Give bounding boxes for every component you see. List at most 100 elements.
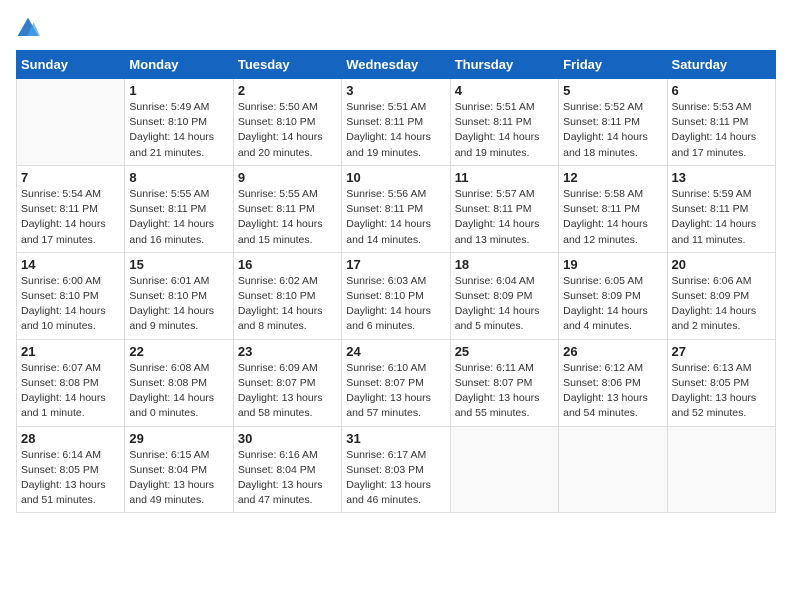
day-cell: 3 Sunrise: 5:51 AM Sunset: 8:11 PM Daylig…	[342, 79, 450, 166]
day-cell: 14 Sunrise: 6:00 AM Sunset: 8:10 PM Dayli…	[17, 252, 125, 339]
day-number: 10	[346, 170, 445, 185]
day-number: 19	[563, 257, 662, 272]
day-cell	[667, 426, 775, 513]
day-number: 15	[129, 257, 228, 272]
day-cell: 31 Sunrise: 6:17 AM Sunset: 8:03 PM Dayli…	[342, 426, 450, 513]
day-cell: 5 Sunrise: 5:52 AM Sunset: 8:11 PM Daylig…	[559, 79, 667, 166]
day-number: 5	[563, 83, 662, 98]
day-cell	[559, 426, 667, 513]
day-info: Sunrise: 6:03 AM Sunset: 8:10 PM Dayligh…	[346, 274, 445, 335]
day-number: 3	[346, 83, 445, 98]
day-headers-row: SundayMondayTuesdayWednesdayThursdayFrid…	[17, 51, 776, 79]
day-info: Sunrise: 6:00 AM Sunset: 8:10 PM Dayligh…	[21, 274, 120, 335]
day-cell: 20Sunrise: 6:06 AM Sunset: 8:09 PM Dayli…	[667, 252, 775, 339]
header	[16, 16, 776, 40]
day-number: 29	[129, 431, 228, 446]
day-cell: 9 Sunrise: 5:55 AM Sunset: 8:11 PM Daylig…	[233, 165, 341, 252]
day-info: Sunrise: 6:04 AM Sunset: 8:09 PM Dayligh…	[455, 274, 554, 335]
day-info: Sunrise: 5:57 AM Sunset: 8:11 PM Dayligh…	[455, 187, 554, 248]
day-header-friday: Friday	[559, 51, 667, 79]
day-info: Sunrise: 5:56 AM Sunset: 8:11 PM Dayligh…	[346, 187, 445, 248]
week-row-5: 28 Sunrise: 6:14 AM Sunset: 8:05 PM Dayli…	[17, 426, 776, 513]
logo-icon	[16, 16, 40, 40]
day-header-saturday: Saturday	[667, 51, 775, 79]
day-number: 25	[455, 344, 554, 359]
day-number: 16	[238, 257, 337, 272]
day-number: 24	[346, 344, 445, 359]
day-number: 27	[672, 344, 771, 359]
day-info: Sunrise: 5:55 AM Sunset: 8:11 PM Dayligh…	[238, 187, 337, 248]
day-number: 9	[238, 170, 337, 185]
day-info: Sunrise: 5:50 AM Sunset: 8:10 PM Dayligh…	[238, 100, 337, 161]
day-info: Sunrise: 6:12 AM Sunset: 8:06 PM Dayligh…	[563, 361, 662, 422]
day-info: Sunrise: 6:14 AM Sunset: 8:05 PM Dayligh…	[21, 448, 120, 509]
day-cell: 29 Sunrise: 6:15 AM Sunset: 8:04 PM Dayli…	[125, 426, 233, 513]
week-row-2: 7Sunrise: 5:54 AM Sunset: 8:11 PM Daylig…	[17, 165, 776, 252]
day-cell: 28 Sunrise: 6:14 AM Sunset: 8:05 PM Dayli…	[17, 426, 125, 513]
day-header-tuesday: Tuesday	[233, 51, 341, 79]
day-info: Sunrise: 5:52 AM Sunset: 8:11 PM Dayligh…	[563, 100, 662, 161]
day-cell: 30 Sunrise: 6:16 AM Sunset: 8:04 PM Dayli…	[233, 426, 341, 513]
day-cell: 1 Sunrise: 5:49 AM Sunset: 8:10 PM Daylig…	[125, 79, 233, 166]
day-number: 20	[672, 257, 771, 272]
day-cell: 24 Sunrise: 6:10 AM Sunset: 8:07 PM Dayli…	[342, 339, 450, 426]
day-info: Sunrise: 6:17 AM Sunset: 8:03 PM Dayligh…	[346, 448, 445, 509]
day-info: Sunrise: 5:51 AM Sunset: 8:11 PM Dayligh…	[346, 100, 445, 161]
day-number: 18	[455, 257, 554, 272]
day-number: 28	[21, 431, 120, 446]
day-number: 4	[455, 83, 554, 98]
day-info: Sunrise: 6:16 AM Sunset: 8:04 PM Dayligh…	[238, 448, 337, 509]
day-cell: 19Sunrise: 6:05 AM Sunset: 8:09 PM Dayli…	[559, 252, 667, 339]
day-info: Sunrise: 6:15 AM Sunset: 8:04 PM Dayligh…	[129, 448, 228, 509]
day-number: 17	[346, 257, 445, 272]
day-number: 31	[346, 431, 445, 446]
day-number: 6	[672, 83, 771, 98]
day-number: 23	[238, 344, 337, 359]
day-cell: 25 Sunrise: 6:11 AM Sunset: 8:07 PM Dayli…	[450, 339, 558, 426]
day-cell: 6 Sunrise: 5:53 AM Sunset: 8:11 PM Daylig…	[667, 79, 775, 166]
day-info: Sunrise: 5:59 AM Sunset: 8:11 PM Dayligh…	[672, 187, 771, 248]
day-number: 1	[129, 83, 228, 98]
day-number: 12	[563, 170, 662, 185]
week-row-1: 1 Sunrise: 5:49 AM Sunset: 8:10 PM Daylig…	[17, 79, 776, 166]
day-number: 7	[21, 170, 120, 185]
day-cell: 7Sunrise: 5:54 AM Sunset: 8:11 PM Daylig…	[17, 165, 125, 252]
day-number: 22	[129, 344, 228, 359]
day-info: Sunrise: 6:07 AM Sunset: 8:08 PM Dayligh…	[21, 361, 120, 422]
day-info: Sunrise: 6:09 AM Sunset: 8:07 PM Dayligh…	[238, 361, 337, 422]
day-info: Sunrise: 5:55 AM Sunset: 8:11 PM Dayligh…	[129, 187, 228, 248]
day-info: Sunrise: 6:02 AM Sunset: 8:10 PM Dayligh…	[238, 274, 337, 335]
day-number: 30	[238, 431, 337, 446]
day-cell: 11Sunrise: 5:57 AM Sunset: 8:11 PM Dayli…	[450, 165, 558, 252]
day-cell: 10 Sunrise: 5:56 AM Sunset: 8:11 PM Dayli…	[342, 165, 450, 252]
day-header-monday: Monday	[125, 51, 233, 79]
day-cell: 13 Sunrise: 5:59 AM Sunset: 8:11 PM Dayli…	[667, 165, 775, 252]
day-cell: 21 Sunrise: 6:07 AM Sunset: 8:08 PM Dayli…	[17, 339, 125, 426]
day-info: Sunrise: 5:51 AM Sunset: 8:11 PM Dayligh…	[455, 100, 554, 161]
day-info: Sunrise: 6:13 AM Sunset: 8:05 PM Dayligh…	[672, 361, 771, 422]
day-cell: 8 Sunrise: 5:55 AM Sunset: 8:11 PM Daylig…	[125, 165, 233, 252]
day-cell	[17, 79, 125, 166]
week-row-4: 21 Sunrise: 6:07 AM Sunset: 8:08 PM Dayli…	[17, 339, 776, 426]
day-cell: 15Sunrise: 6:01 AM Sunset: 8:10 PM Dayli…	[125, 252, 233, 339]
day-header-wednesday: Wednesday	[342, 51, 450, 79]
day-info: Sunrise: 5:53 AM Sunset: 8:11 PM Dayligh…	[672, 100, 771, 161]
day-cell: 17 Sunrise: 6:03 AM Sunset: 8:10 PM Dayli…	[342, 252, 450, 339]
calendar-table: SundayMondayTuesdayWednesdayThursdayFrid…	[16, 50, 776, 513]
day-number: 8	[129, 170, 228, 185]
day-cell	[450, 426, 558, 513]
day-info: Sunrise: 6:10 AM Sunset: 8:07 PM Dayligh…	[346, 361, 445, 422]
day-number: 14	[21, 257, 120, 272]
day-info: Sunrise: 6:11 AM Sunset: 8:07 PM Dayligh…	[455, 361, 554, 422]
day-number: 13	[672, 170, 771, 185]
day-cell: 2Sunrise: 5:50 AM Sunset: 8:10 PM Daylig…	[233, 79, 341, 166]
day-number: 21	[21, 344, 120, 359]
week-row-3: 14 Sunrise: 6:00 AM Sunset: 8:10 PM Dayli…	[17, 252, 776, 339]
day-cell: 26Sunrise: 6:12 AM Sunset: 8:06 PM Dayli…	[559, 339, 667, 426]
day-cell: 4 Sunrise: 5:51 AM Sunset: 8:11 PM Daylig…	[450, 79, 558, 166]
day-cell: 22Sunrise: 6:08 AM Sunset: 8:08 PM Dayli…	[125, 339, 233, 426]
day-info: Sunrise: 5:49 AM Sunset: 8:10 PM Dayligh…	[129, 100, 228, 161]
day-cell: 16 Sunrise: 6:02 AM Sunset: 8:10 PM Dayli…	[233, 252, 341, 339]
day-info: Sunrise: 5:58 AM Sunset: 8:11 PM Dayligh…	[563, 187, 662, 248]
day-cell: 23 Sunrise: 6:09 AM Sunset: 8:07 PM Dayli…	[233, 339, 341, 426]
